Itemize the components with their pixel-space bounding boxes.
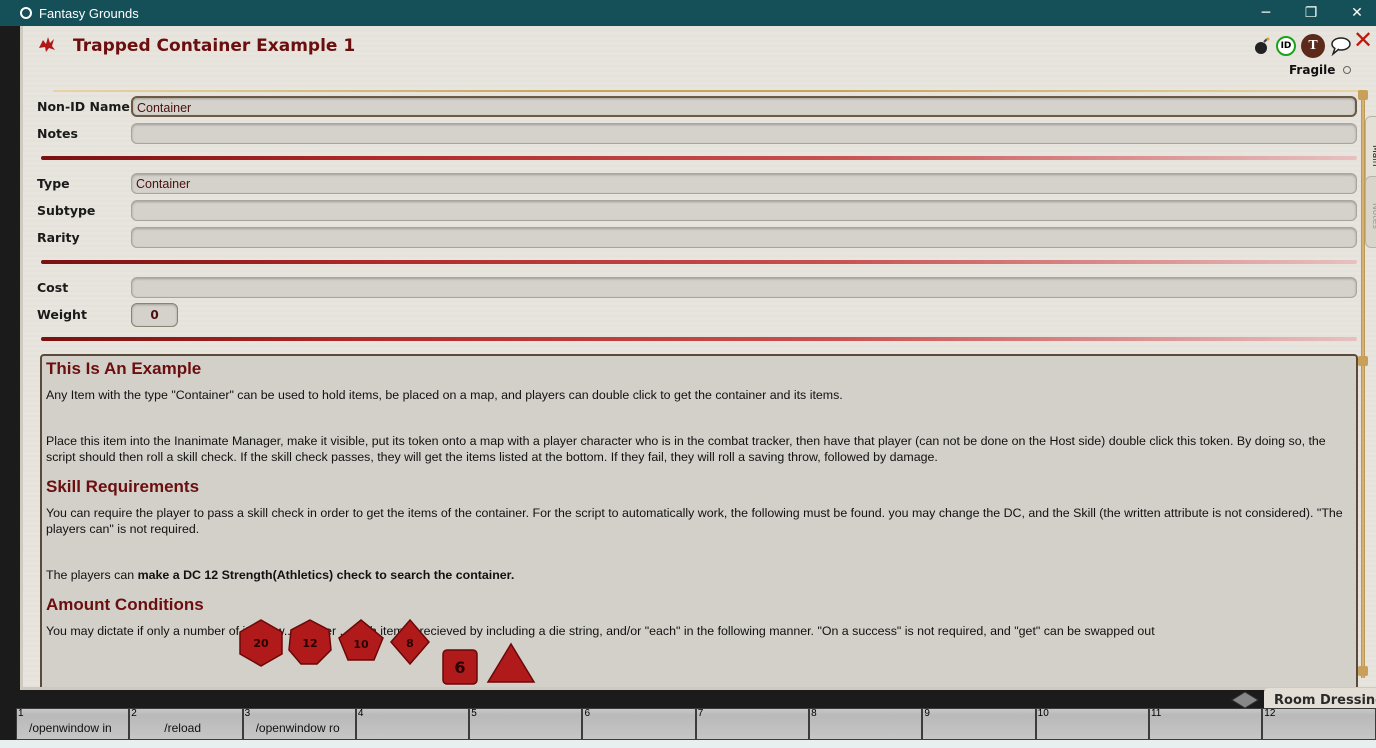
d12-die-icon[interactable]: 12: [287, 618, 333, 666]
hotkey-slot[interactable]: 2/reload: [129, 708, 243, 740]
weight-label: Weight: [37, 307, 87, 322]
nonid-name-field[interactable]: Container: [131, 96, 1357, 117]
d20-label: 20: [253, 637, 269, 650]
map-icon[interactable]: [1228, 690, 1262, 708]
rail-bottom-knob: [1358, 666, 1368, 676]
hotkey-slot[interactable]: 5: [469, 708, 583, 740]
os-taskbar: [0, 740, 1376, 748]
bomb-icon[interactable]: [1253, 37, 1271, 55]
hotkey-number: 6: [584, 708, 591, 719]
hotkey-label: /openwindow in: [29, 721, 112, 735]
hotkey-number: 11: [1150, 708, 1162, 719]
d8-die-icon[interactable]: 8: [389, 618, 431, 666]
type-field[interactable]: Container: [131, 173, 1357, 194]
hotkey-slot[interactable]: 3/openwindow ro: [242, 708, 356, 740]
description-paragraph: Place this item into the Inanimate Manag…: [46, 434, 1326, 464]
rarity-label: Rarity: [37, 230, 80, 245]
chat-icon[interactable]: [1330, 36, 1352, 56]
d10-label: 10: [353, 638, 369, 651]
description-text: The players can: [46, 568, 138, 582]
hotkey-label: /openwindow ro: [255, 721, 340, 735]
description-bold-text: make a DC 12 Strength(Athletics) check t…: [137, 568, 515, 582]
app-title: Fantasy Grounds: [39, 5, 139, 21]
item-title: Trapped Container Example 1: [73, 36, 356, 56]
hotkey-slot[interactable]: 12: [1262, 708, 1376, 740]
hotkey-slot[interactable]: 7: [695, 708, 810, 740]
description-heading: This Is An Example: [46, 359, 202, 378]
description-paragraph: Any Item with the type "Container" can b…: [46, 388, 843, 402]
d20-die-icon[interactable]: 20: [236, 618, 286, 668]
nonid-name-label: Non-ID Name: [37, 99, 130, 114]
fragile-toggle[interactable]: Fragile: [1289, 63, 1352, 77]
d6-die-icon[interactable]: 6: [441, 648, 479, 686]
restore-button[interactable]: ❐: [1288, 0, 1334, 26]
scroll-thumb[interactable]: [1358, 356, 1368, 366]
dragon-icon: [39, 37, 55, 52]
room-dressing-panel[interactable]: Room Dressing: [1264, 688, 1376, 708]
d12-label: 12: [302, 637, 317, 650]
notes-label: Notes: [37, 126, 78, 141]
section-divider: [41, 337, 1357, 341]
app-titlebar[interactable]: Fantasy Grounds ─ ❐ ✕: [0, 0, 1376, 26]
weight-field[interactable]: 0: [131, 303, 178, 327]
tab-notes[interactable]: Notes: [1365, 176, 1376, 248]
hotkey-slot[interactable]: 8: [809, 708, 923, 740]
hotkey-slot[interactable]: 4: [355, 708, 470, 740]
d4-die-icon[interactable]: [486, 642, 536, 686]
close-window-button[interactable]: ✕: [1334, 0, 1376, 26]
item-window: Trapped Container Example 1 ID T ✕ Fragi…: [20, 26, 1376, 690]
hotkey-number: 10: [1037, 708, 1049, 719]
description-paragraph: The players can make a DC 12 Strength(At…: [46, 567, 1352, 583]
header-icons: ID T: [1253, 34, 1352, 58]
d8-label: 8: [406, 637, 414, 650]
hotkey-slot[interactable]: 11: [1148, 708, 1263, 740]
token-icon[interactable]: T: [1301, 34, 1325, 58]
hotkey-number: 2: [131, 708, 137, 719]
hotkey-number: 5: [471, 708, 477, 719]
hotkey-number: 7: [697, 708, 704, 719]
description-heading: Amount Conditions: [46, 595, 204, 614]
type-label: Type: [37, 176, 70, 191]
hotkey-number: 9: [924, 708, 930, 719]
hotkey-slot[interactable]: 1/openwindow in: [16, 708, 130, 740]
subtype-label: Subtype: [37, 203, 96, 218]
hotkey-slot[interactable]: 9: [922, 708, 1036, 740]
rarity-field[interactable]: [131, 227, 1357, 248]
section-divider: [41, 156, 1357, 160]
subtype-field[interactable]: [131, 200, 1357, 221]
section-divider: [41, 260, 1357, 264]
d10-die-icon[interactable]: 10: [336, 618, 386, 664]
hotkey-number: 8: [811, 708, 817, 719]
cost-field[interactable]: [131, 277, 1357, 298]
rail-top-knob: [1358, 90, 1368, 100]
close-icon[interactable]: ✕: [1353, 26, 1373, 54]
d6-label: 6: [454, 658, 465, 677]
hotkey-number: 3: [244, 708, 251, 719]
cost-label: Cost: [37, 280, 69, 295]
hotkey-slot[interactable]: 6: [582, 708, 696, 740]
notes-field[interactable]: [131, 123, 1357, 144]
hotkey-bar: 1/openwindow in 2/reload 3/openwindow ro…: [16, 708, 1376, 740]
id-toggle-icon[interactable]: ID: [1276, 36, 1296, 56]
hotkey-number: 12: [1264, 708, 1276, 719]
description-paragraph: You can require the player to pass a ski…: [46, 506, 1343, 536]
hotkey-number: 1: [18, 708, 24, 719]
minimize-button[interactable]: ─: [1243, 0, 1289, 26]
fragile-radio[interactable]: [1343, 66, 1352, 74]
hotkey-number: 4: [357, 708, 364, 719]
description-heading: Skill Requirements: [46, 477, 200, 496]
header-divider: [53, 90, 1359, 92]
hotkey-slot[interactable]: 10: [1035, 708, 1149, 740]
app-icon: [20, 7, 32, 19]
fragile-label: Fragile: [1289, 63, 1336, 77]
